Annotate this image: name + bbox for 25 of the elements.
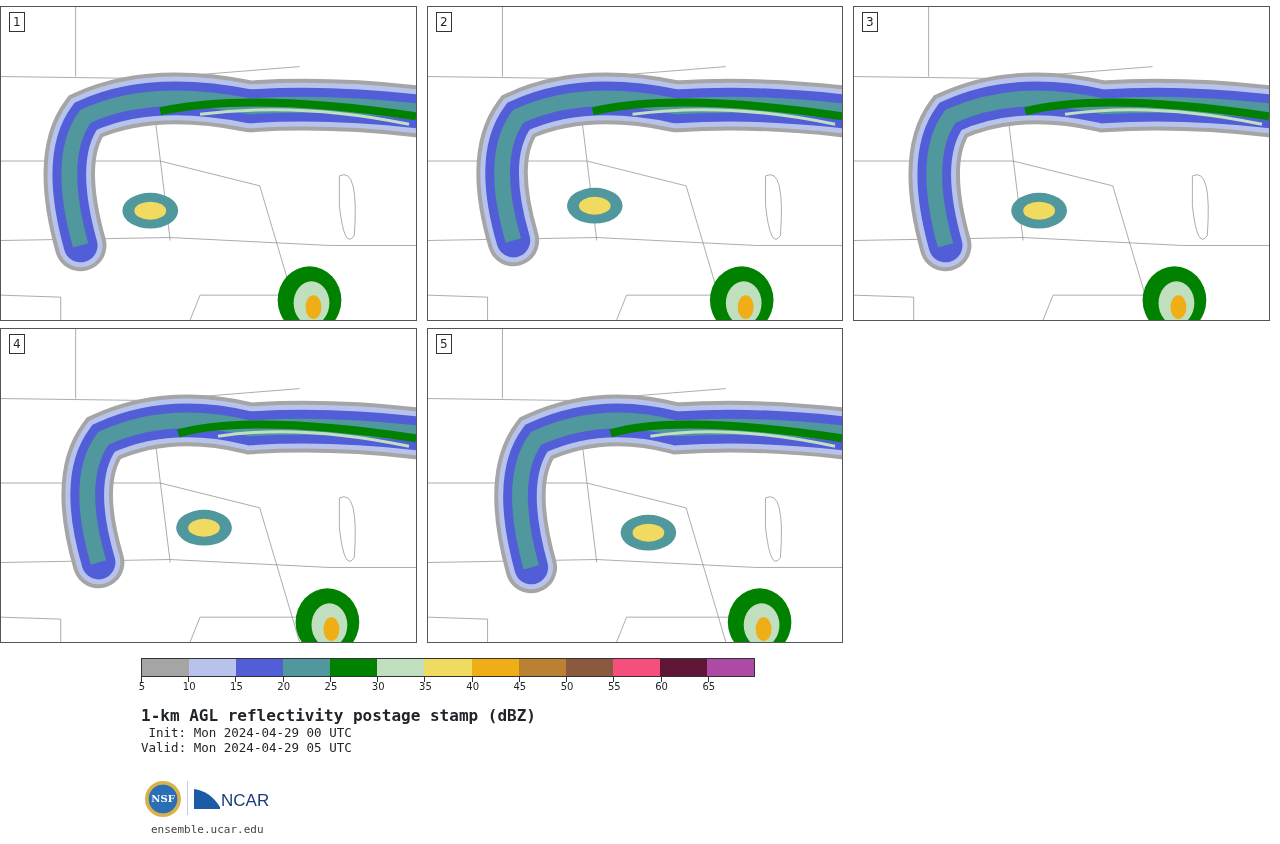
panel-number: 5 <box>436 334 452 354</box>
swoosh-icon <box>194 789 220 809</box>
tick-label: 45 <box>512 682 528 692</box>
logo: NSF <box>145 781 181 817</box>
valid-time: Valid: Mon 2024-04-29 05 UTC <box>141 740 352 755</box>
tick-label: 15 <box>229 682 244 692</box>
panel-number: 2 <box>436 12 452 32</box>
panel-number: 4 <box>9 334 25 354</box>
tick-label: 40 <box>465 682 480 692</box>
logo-text: NCAR <box>221 792 270 809</box>
tick-label: 55 <box>606 682 622 692</box>
panel-number: 3 <box>862 12 878 32</box>
tick-label: 10 <box>181 682 197 692</box>
tick-label: 30 <box>370 682 386 692</box>
tick-label: 25 <box>323 682 339 692</box>
chart-title: 1-km AGL reflectivity postage stamp (dBZ) <box>141 707 536 725</box>
tick-label: 65 <box>701 682 717 692</box>
init-time: Init: Mon 2024-04-29 00 UTC <box>147 725 352 740</box>
tick-label: 35 <box>418 682 433 692</box>
tick-label: 50 <box>559 682 575 692</box>
tick-label: 60 <box>654 682 669 692</box>
tick-label: 5 <box>137 682 147 692</box>
website-url: ensemble.ucar.edu <box>151 823 264 836</box>
tick-label: 20 <box>276 682 292 692</box>
panel-number: 1 <box>9 12 25 32</box>
